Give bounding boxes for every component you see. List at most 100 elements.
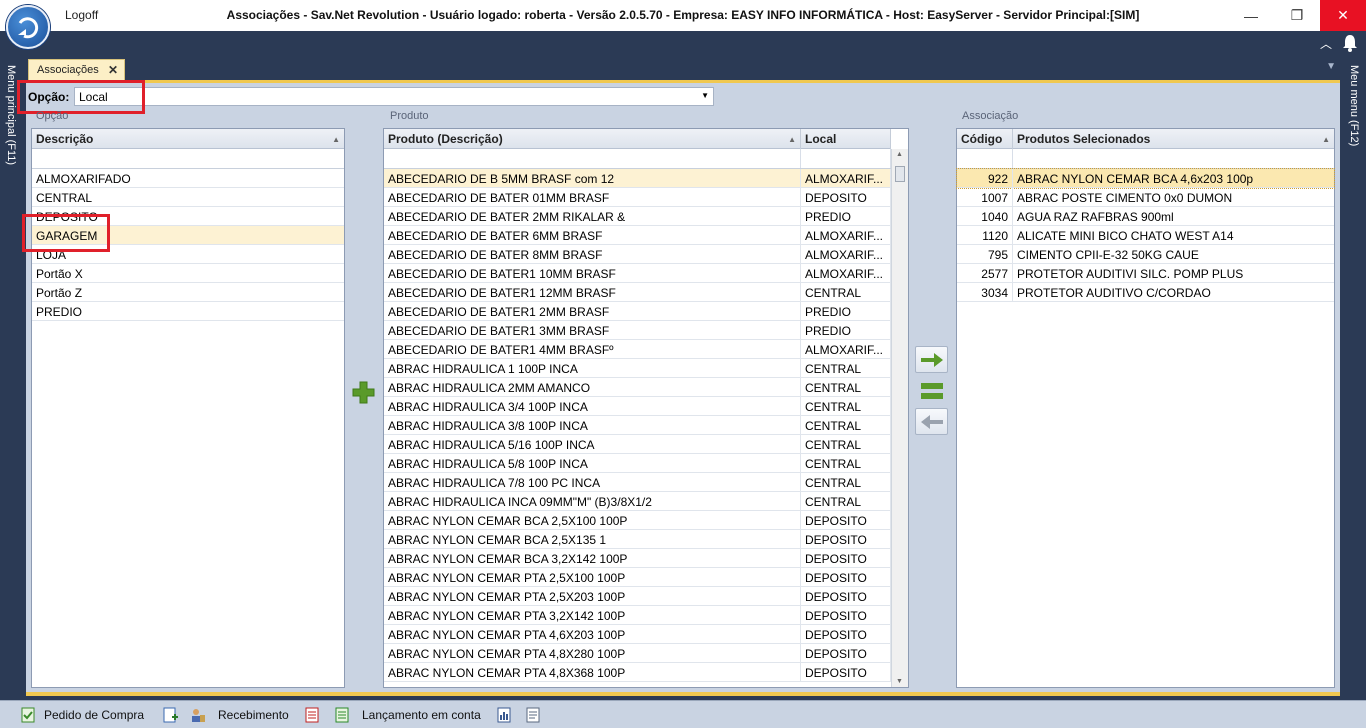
taskbar-new-doc[interactable]	[162, 706, 186, 724]
table-row[interactable]: ABRAC NYLON CEMAR PTA 2,5X203 100P DEPOSI…	[384, 587, 891, 606]
tab-associacoes[interactable]: Associações ✕	[28, 59, 125, 80]
table-row[interactable]: 1120 ALICATE MINI BICO CHATO WEST A14	[957, 226, 1334, 245]
filter-codigo[interactable]	[957, 149, 1013, 168]
scroll-thumb[interactable]	[895, 166, 905, 182]
taskbar-lancamento-em-conta[interactable]: Lançamento em conta	[334, 706, 481, 724]
produto-selecionado-cell: PROTETOR AUDITIVI SILC. POMP PLUS	[1017, 267, 1244, 281]
my-menu-toggle[interactable]: Meu menu (F12)	[1348, 65, 1360, 146]
produto-scrollbar[interactable]: ▲ ▼	[891, 149, 908, 687]
scroll-up-icon[interactable]: ▲	[896, 151, 903, 158]
local-cell: CENTRAL	[801, 359, 891, 378]
produto-filter-row[interactable]	[384, 149, 891, 169]
table-row[interactable]: ABRAC HIDRAULICA 3/8 100P INCA CENTRAL	[384, 416, 891, 435]
produto-selecionado-cell: CIMENTO CPII-E-32 50KG CAUE	[1017, 248, 1199, 262]
local-cell: ALMOXARIF...	[801, 169, 891, 188]
scroll-down-icon[interactable]: ▼	[896, 678, 903, 685]
table-row[interactable]: ABECEDARIO DE BATER1 4MM BRASFº ALMOXARIF…	[384, 340, 891, 359]
taskbar-report[interactable]	[304, 706, 328, 724]
table-row[interactable]: ABECEDARIO DE BATER1 12MM BRASF CENTRAL	[384, 283, 891, 302]
sort-asc-icon: ▲	[332, 135, 340, 144]
codigo-cell: 1120	[957, 226, 1013, 245]
document-tab-strip: Associações ✕ ▼	[26, 55, 1340, 80]
table-row[interactable]: ABRAC HIDRAULICA 5/8 100P INCA CENTRAL	[384, 454, 891, 473]
table-row[interactable]: ABECEDARIO DE B 5MM BRASF com 12 ALMOXARI…	[384, 169, 891, 188]
table-row[interactable]: ABRAC NYLON CEMAR PTA 4,8X368 100P DEPOSI…	[384, 663, 891, 682]
table-row[interactable]: ABECEDARIO DE BATER 6MM BRASF ALMOXARIF..…	[384, 226, 891, 245]
table-row[interactable]: ABRAC NYLON CEMAR PTA 3,2X142 100P DEPOSI…	[384, 606, 891, 625]
table-row[interactable]: ABRAC HIDRAULICA 5/16 100P INCA CENTRAL	[384, 435, 891, 454]
minimize-button[interactable]: —	[1228, 0, 1274, 31]
table-row[interactable]: ABECEDARIO DE BATER 01MM BRASF DEPOSITO	[384, 188, 891, 207]
taskbar-document[interactable]	[525, 706, 549, 724]
table-row[interactable]: ABRAC HIDRAULICA 2MM AMANCO CENTRAL	[384, 378, 891, 397]
opcao-filter-row[interactable]	[32, 149, 344, 169]
local-cell: CENTRAL	[801, 378, 891, 397]
table-row[interactable]: ABRAC NYLON CEMAR PTA 4,8X280 100P DEPOSI…	[384, 644, 891, 663]
table-row[interactable]: ABECEDARIO DE BATER1 3MM BRASF PREDIO	[384, 321, 891, 340]
table-row[interactable]: ABRAC HIDRAULICA INCA 09MM"M" (B)3/8X1/2…	[384, 492, 891, 511]
add-icon[interactable]	[352, 381, 375, 404]
local-cell: DEPOSITO	[801, 644, 891, 663]
column-header-descricao[interactable]: Descrição ▲	[32, 129, 344, 149]
table-row[interactable]: ABRAC NYLON CEMAR PTA 2,5X100 100P DEPOSI…	[384, 568, 891, 587]
table-row[interactable]: 922 ABRAC NYLON CEMAR BCA 4,6x203 100p	[956, 168, 1335, 189]
column-header-produtos-selecionados[interactable]: Produtos Selecionados ▲	[1013, 129, 1334, 149]
table-row[interactable]: 1040 AGUA RAZ RAFBRAS 900ml	[957, 207, 1334, 226]
main-menu-toggle[interactable]: Menu principal (F11)	[5, 65, 17, 165]
close-button[interactable]: ✕	[1320, 0, 1366, 31]
local-cell: DEPOSITO	[801, 549, 891, 568]
table-row[interactable]: 2577 PROTETOR AUDITIVI SILC. POMP PLUS	[957, 264, 1334, 283]
filter-produto[interactable]	[384, 149, 801, 168]
group-label-produto: Produto	[390, 110, 429, 122]
table-row[interactable]: ABRAC NYLON CEMAR BCA 2,5X100 100P DEPOSI…	[384, 511, 891, 530]
add-to-selection-button[interactable]	[915, 346, 948, 373]
list-item[interactable]: CENTRAL	[32, 188, 344, 207]
local-cell: ALMOXARIF...	[801, 226, 891, 245]
codigo-cell: 3034	[957, 283, 1013, 302]
local-cell: DEPOSITO	[801, 625, 891, 644]
column-header-codigo[interactable]: Código	[957, 129, 1013, 149]
list-item[interactable]: Portão Z	[32, 283, 344, 302]
remove-from-selection-button[interactable]	[915, 408, 948, 435]
table-row[interactable]: 3034 PROTETOR AUDITIVO C/CORDAO	[957, 283, 1334, 302]
bottom-taskbar: Pedido de Compra Recebimento Lançamento …	[0, 700, 1366, 728]
table-row[interactable]: ABECEDARIO DE BATER1 2MM BRASF PREDIO	[384, 302, 891, 321]
chevron-down-icon[interactable]: ▼	[701, 91, 709, 100]
table-row[interactable]: 795 CIMENTO CPII-E-32 50KG CAUE	[957, 245, 1334, 264]
table-row[interactable]: ABRAC NYLON CEMAR PTA 4,6X203 100P DEPOSI…	[384, 625, 891, 644]
document-icon	[526, 707, 540, 723]
produto-cell: ABRAC HIDRAULICA 3/4 100P INCA	[384, 397, 801, 416]
table-row[interactable]: ABECEDARIO DE BATER 2MM RIKALAR & PREDIO	[384, 207, 891, 226]
opcao-grid-header: Descrição ▲	[32, 129, 344, 149]
column-header-produto[interactable]: Produto (Descrição) ▲	[384, 129, 801, 149]
column-header-local[interactable]: Local	[801, 129, 891, 149]
arrow-left-icon	[920, 414, 943, 429]
list-item[interactable]: ALMOXARIFADO	[32, 169, 344, 188]
tab-close-icon[interactable]: ✕	[108, 63, 118, 77]
table-row[interactable]: 1007 ABRAC POSTE CIMENTO 0x0 DUMON	[957, 188, 1334, 207]
table-row[interactable]: ABECEDARIO DE BATER1 10MM BRASF ALMOXARIF…	[384, 264, 891, 283]
app-logo-icon[interactable]	[6, 5, 50, 49]
tab-dropdown-icon[interactable]: ▼	[1326, 61, 1336, 72]
table-row[interactable]: ABRAC HIDRAULICA 7/8 100 PC INCA CENTRAL	[384, 473, 891, 492]
table-row[interactable]: ABECEDARIO DE BATER 8MM BRASF ALMOXARIF..…	[384, 245, 891, 264]
add-all-button[interactable]	[915, 377, 948, 404]
associacao-filter-row[interactable]	[957, 149, 1334, 169]
collapse-ribbon-icon[interactable]: ︿	[1320, 35, 1332, 52]
table-row[interactable]: ABRAC HIDRAULICA 1 100P INCA CENTRAL	[384, 359, 891, 378]
list-item[interactable]: Portão X	[32, 264, 344, 283]
sort-asc-icon: ▲	[788, 135, 796, 144]
taskbar-recebimento[interactable]: Recebimento	[190, 706, 289, 724]
taskbar-pedido-de-compra[interactable]: Pedido de Compra	[20, 706, 144, 724]
table-row[interactable]: ABRAC NYLON CEMAR BCA 2,5X135 1 DEPOSITO	[384, 530, 891, 549]
maximize-button[interactable]: ❐	[1274, 0, 1320, 31]
produto-cell: ABECEDARIO DE BATER1 4MM BRASFº	[384, 340, 801, 359]
table-row[interactable]: ABRAC NYLON CEMAR BCA 3,2X142 100P DEPOSI…	[384, 549, 891, 568]
table-row[interactable]: ABRAC HIDRAULICA 3/4 100P INCA CENTRAL	[384, 397, 891, 416]
arrow-right-icon	[920, 352, 943, 367]
opcao-dropdown[interactable]: Local ▼	[74, 87, 714, 106]
taskbar-chart[interactable]	[496, 706, 520, 724]
filter-local[interactable]	[801, 149, 891, 168]
list-item[interactable]: PREDIO	[32, 302, 344, 321]
bell-icon[interactable]	[1342, 34, 1358, 52]
